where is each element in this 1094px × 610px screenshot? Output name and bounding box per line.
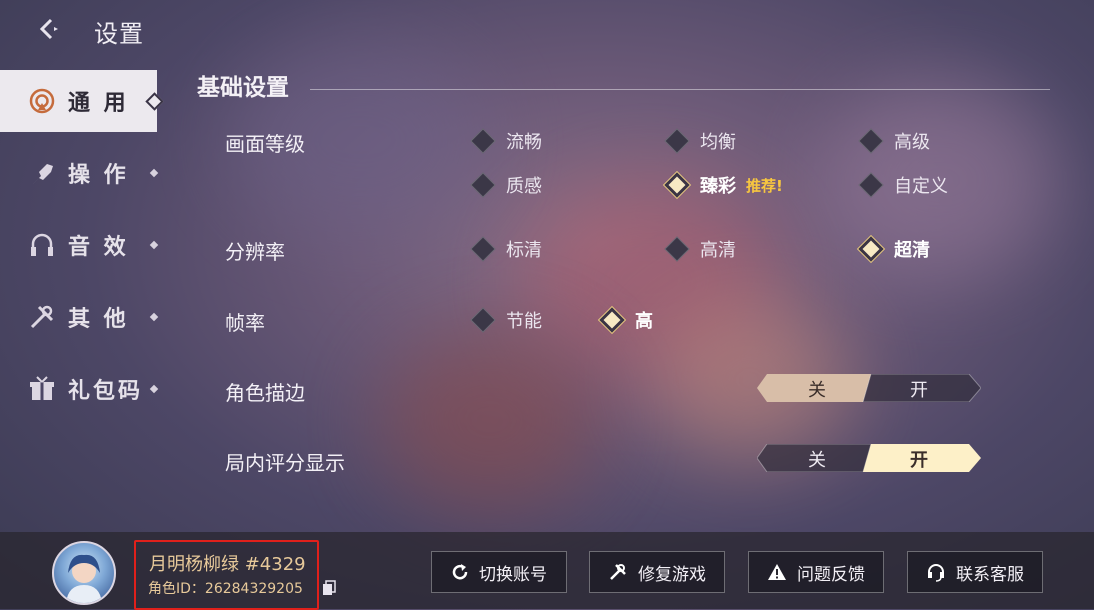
- dot-icon: [149, 240, 159, 250]
- active-marker-icon: [145, 91, 164, 111]
- toggle-off-option[interactable]: 关: [767, 446, 867, 472]
- radio-diamond-icon: [470, 236, 496, 262]
- sidebar-item-operation[interactable]: 操 作: [0, 142, 160, 204]
- feedback-label: 问题反馈: [797, 564, 865, 585]
- sidebar-item-general[interactable]: 通 用: [0, 70, 164, 132]
- radio-diamond-icon: [664, 128, 690, 154]
- score-display-toggle[interactable]: 关 开: [757, 444, 981, 472]
- section-divider: [310, 89, 1050, 90]
- switch-account-button[interactable]: 切换账号: [431, 551, 567, 593]
- repair-game-label: 修复游戏: [638, 564, 706, 585]
- resolution-label: 分辨率: [225, 240, 285, 264]
- radio-diamond-icon: [858, 172, 884, 198]
- toggle-on-option[interactable]: 开: [869, 376, 969, 402]
- sidebar-item-label: 音 效: [68, 235, 129, 260]
- radio-diamond-selected-icon: [664, 172, 690, 198]
- general-icon: [26, 85, 58, 117]
- outline-label: 角色描边: [225, 381, 305, 405]
- radio-diamond-icon: [470, 172, 496, 198]
- sidebar-item-label: 通 用: [68, 91, 129, 116]
- sidebar-item-sound[interactable]: 音 效: [0, 214, 160, 276]
- sidebar-item-label: 操 作: [68, 163, 129, 188]
- dot-icon: [149, 168, 159, 178]
- resolution-option-sd[interactable]: 标清: [470, 236, 542, 262]
- sidebar-item-label: 其 他: [68, 307, 129, 332]
- resolution-option-uhd[interactable]: 超清: [858, 236, 930, 262]
- back-arrow-icon[interactable]: [34, 14, 64, 44]
- quality-option-smooth[interactable]: 流畅: [470, 128, 542, 154]
- framerate-option-high[interactable]: 高: [599, 307, 653, 333]
- switch-account-label: 切换账号: [479, 564, 547, 585]
- refresh-icon: [452, 564, 468, 580]
- section-title: 基础设置: [197, 75, 289, 101]
- header: 设置: [0, 0, 400, 60]
- quality-option-custom[interactable]: 自定义: [858, 172, 948, 198]
- radio-diamond-icon: [858, 128, 884, 154]
- dot-icon: [149, 312, 159, 322]
- sidebar-item-other[interactable]: 其 他: [0, 286, 160, 348]
- operation-icon: [26, 157, 58, 189]
- sidebar-item-label: 礼包码: [68, 379, 144, 404]
- player-name: 月明杨柳绿 #4329: [149, 554, 306, 575]
- quality-option-high[interactable]: 高级: [858, 128, 930, 154]
- tools-icon: [610, 564, 626, 580]
- recommended-badge: 推荐!: [746, 176, 783, 195]
- feedback-button[interactable]: 问题反馈: [748, 551, 884, 593]
- repair-game-button[interactable]: 修复游戏: [589, 551, 725, 593]
- sidebar-item-gift-code[interactable]: 礼包码: [0, 358, 160, 420]
- quality-option-balanced[interactable]: 均衡: [664, 128, 736, 154]
- quality-label: 画面等级: [225, 132, 305, 156]
- dot-icon: [149, 384, 159, 394]
- gift-icon: [26, 373, 58, 405]
- quality-option-ultra[interactable]: 臻彩 推荐!: [664, 172, 783, 198]
- headphones-icon: [26, 229, 58, 261]
- toggle-on-option[interactable]: 开: [869, 446, 969, 472]
- outline-toggle[interactable]: 关 开: [757, 374, 981, 402]
- radio-diamond-icon: [470, 128, 496, 154]
- radio-diamond-icon: [470, 307, 496, 333]
- copy-icon[interactable]: [322, 580, 336, 596]
- tools-icon: [26, 301, 58, 333]
- score-display-label: 局内评分显示: [225, 451, 345, 475]
- toggle-off-option[interactable]: 关: [767, 376, 867, 402]
- quality-option-texture[interactable]: 质感: [470, 172, 542, 198]
- radio-diamond-icon: [664, 236, 690, 262]
- contact-support-label: 联系客服: [956, 564, 1024, 585]
- framerate-label: 帧率: [225, 311, 265, 335]
- page-title: 设置: [94, 20, 144, 48]
- resolution-option-hd[interactable]: 高清: [664, 236, 736, 262]
- sidebar: 通 用 操 作 音 效 其 他 礼包码: [0, 70, 164, 430]
- radio-diamond-selected-icon: [858, 236, 884, 262]
- framerate-option-eco[interactable]: 节能: [470, 307, 542, 333]
- avatar[interactable]: [52, 541, 116, 605]
- headset-icon: [928, 564, 944, 582]
- contact-support-button[interactable]: 联系客服: [907, 551, 1043, 593]
- player-id: 角色ID：26284329205: [148, 581, 303, 597]
- warning-icon: [768, 564, 786, 580]
- radio-diamond-selected-icon: [599, 307, 625, 333]
